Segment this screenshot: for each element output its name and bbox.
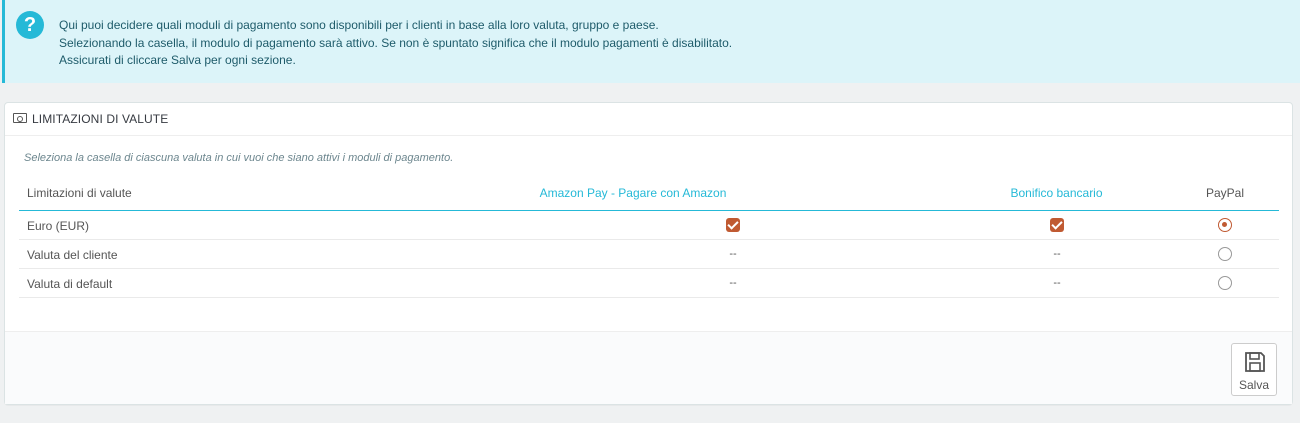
bonifico-na: -- [1053,277,1061,289]
restrictions-table: Limitazioni di valute Amazon Pay - Pagar… [19,179,1279,298]
amazon-eur-checkbox[interactable] [726,218,740,232]
money-icon [13,113,27,123]
panel-footer: Salva [5,331,1292,404]
save-button[interactable]: Salva [1231,343,1277,396]
paypal-cell [1215,211,1235,239]
row-label: Valuta del cliente [27,248,118,262]
amazon-na: -- [729,277,737,289]
panel-title: LIMITAZIONI DI VALUTE [32,112,169,126]
info-line-3: Assicurati di cliccare Salva per ogni se… [59,53,296,67]
info-alert: ? Qui puoi decidere quali moduli di paga… [2,0,1300,83]
column-header-amazon-pay[interactable]: Amazon Pay - Pagare con Amazon [538,186,728,200]
info-line-1: Qui puoi decidere quali moduli di pagame… [59,18,659,32]
bonifico-na: -- [1053,248,1061,260]
currency-restrictions-panel: LIMITAZIONI DI VALUTE Seleziona la casel… [4,102,1293,405]
paypal-customer-currency-radio[interactable] [1218,247,1232,261]
help-icon: ? [16,11,44,39]
amazon-cell: -- [723,269,743,297]
table-row: Valuta del cliente -- -- [19,240,1279,269]
bonifico-cell: -- [1047,269,1067,297]
bonifico-eur-checkbox[interactable] [1050,218,1064,232]
panel-heading: LIMITAZIONI DI VALUTE [5,103,1292,136]
info-text: Qui puoi decidere quali moduli di pagame… [59,17,732,70]
paypal-default-currency-radio[interactable] [1218,276,1232,290]
floppy-disk-icon [1245,352,1265,372]
amazon-cell [723,211,743,239]
row-label: Valuta di default [27,277,113,291]
paypal-eur-radio[interactable] [1218,218,1232,232]
save-label: Salva [1238,378,1270,392]
paypal-cell [1215,240,1235,268]
table-header: Limitazioni di valute Amazon Pay - Pagar… [19,179,1279,211]
column-header-paypal: PayPal [1205,186,1245,200]
column-header-currency: Limitazioni di valute [27,186,132,200]
panel-description: Seleziona la casella di ciascuna valuta … [24,152,454,164]
bonifico-cell [1047,211,1067,239]
column-header-bank-transfer[interactable]: Bonifico bancario [1004,186,1109,200]
bonifico-cell: -- [1047,240,1067,268]
info-line-2: Selezionando la casella, il modulo di pa… [59,35,733,50]
amazon-cell: -- [723,240,743,268]
amazon-na: -- [729,248,737,260]
row-label: Euro (EUR) [27,219,90,233]
table-row: Valuta di default -- -- [19,269,1279,298]
paypal-cell [1215,269,1235,297]
table-row: Euro (EUR) [19,211,1279,240]
